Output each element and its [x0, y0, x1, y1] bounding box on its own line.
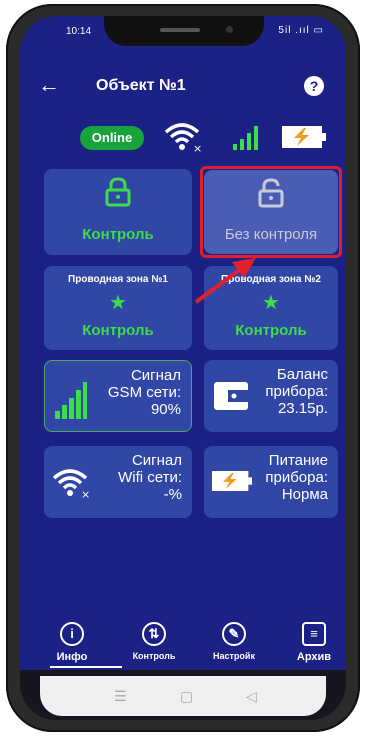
battery-charging-icon: [282, 126, 326, 148]
page-title: Объект №1: [96, 77, 186, 94]
star-icon: ★: [109, 292, 127, 314]
power-text: Питание прибора: Норма: [265, 452, 328, 503]
power-line-3: Норма: [281, 486, 328, 503]
phone-screen-area: 10:14 5il .ııl ▭ ← Объект №1 ? Online ×: [20, 16, 346, 720]
back-icon[interactable]: ◁: [246, 688, 257, 705]
wallet-icon: [214, 382, 248, 410]
active-tab-indicator: [50, 666, 122, 668]
highlight-frame: [200, 166, 342, 258]
gsm-signal-card[interactable]: Сигнал GSM сети: 90%: [44, 360, 192, 432]
app-bar: ← Объект №1 ?: [20, 68, 346, 104]
battery-charging-icon: [212, 471, 252, 491]
recent-apps-icon[interactable]: ☰: [114, 688, 127, 705]
wifi-line-3: -%: [163, 486, 182, 503]
wifi-line-2: Wifi сети:: [118, 469, 182, 486]
wifi-line-1: Сигнал: [131, 452, 182, 469]
home-icon[interactable]: ▢: [180, 688, 193, 705]
status-time: 10:14: [66, 26, 92, 37]
help-icon[interactable]: ?: [304, 76, 324, 96]
power-card[interactable]: Питание прибора: Норма: [204, 446, 338, 518]
balance-card[interactable]: Баланс прибора: 23.15р.: [204, 360, 338, 432]
speaker-grille: [160, 28, 200, 32]
wifi-off-icon: ×: [52, 469, 90, 500]
balance-line-1: Баланс: [276, 366, 328, 383]
wrench-icon: ✎: [222, 622, 246, 646]
wifi-signal-text: Сигнал Wifi сети: -%: [118, 452, 182, 503]
signal-strength-icon: [233, 126, 258, 150]
control-icon: ⇅: [142, 622, 166, 646]
nav-label: Инфо: [56, 651, 88, 663]
balance-text: Баланс прибора: 23.15р.: [265, 366, 328, 417]
power-line-2: прибора:: [265, 469, 328, 486]
back-arrow-icon[interactable]: ←: [38, 74, 60, 96]
balance-line-2: прибора:: [265, 383, 328, 400]
gsm-line-3: 90%: [150, 401, 181, 418]
wifi-signal-card[interactable]: × Сигнал Wifi сети: -%: [44, 446, 192, 518]
nav-item-archive[interactable]: ≡ Архив: [278, 622, 346, 663]
power-line-1: Питание: [268, 452, 328, 469]
online-badge: Online: [80, 126, 144, 150]
front-camera: [226, 26, 233, 33]
wifi-off-icon: ×: [164, 123, 202, 154]
nav-item-info[interactable]: i Инфо: [36, 622, 108, 663]
gsm-line-2: GSM сети:: [107, 384, 181, 401]
bottom-nav: i Инфо ⇅ Контроль ✎ Настройк ≡ Архив: [20, 620, 346, 670]
gsm-signal-text: Сигнал GSM сети: 90%: [108, 367, 181, 418]
star-icon: ★: [262, 292, 280, 314]
balance-line-3: 23.15р.: [277, 400, 328, 417]
control-label: Контроль: [82, 226, 154, 243]
zone-card-1[interactable]: Проводная зона №1 ★ Контроль: [44, 266, 192, 350]
nav-item-settings[interactable]: ✎ Настройк: [198, 622, 270, 661]
zone-status: Контроль: [82, 322, 154, 339]
annotation-arrow: [194, 258, 256, 304]
phone-frame: 10:14 5il .ııl ▭ ← Объект №1 ? Online ×: [6, 4, 360, 732]
nav-label: Контроль: [132, 651, 176, 661]
svg-text:×: ×: [193, 142, 202, 154]
svg-text:×: ×: [81, 488, 90, 500]
camera-notch: [104, 16, 264, 46]
system-nav-bar: ☰ ▢ ◁: [40, 676, 326, 716]
nav-label: Архив: [296, 651, 332, 663]
nav-item-control[interactable]: ⇅ Контроль: [118, 622, 190, 661]
zone-title: Проводная зона №1: [68, 274, 168, 285]
lock-closed-icon: [105, 177, 131, 207]
control-card[interactable]: Контроль: [44, 169, 192, 255]
zone-status: Контроль: [235, 322, 307, 339]
gsm-line-1: Сигнал: [130, 367, 181, 384]
info-icon: i: [60, 622, 84, 646]
nav-label: Настройк: [213, 651, 255, 661]
status-icons: 5il .ııl ▭: [278, 25, 324, 36]
app-screen: 10:14 5il .ııl ▭ ← Объект №1 ? Online ×: [20, 16, 346, 670]
calendar-icon: ≡: [302, 622, 326, 646]
gsm-signal-icon: [55, 382, 87, 419]
